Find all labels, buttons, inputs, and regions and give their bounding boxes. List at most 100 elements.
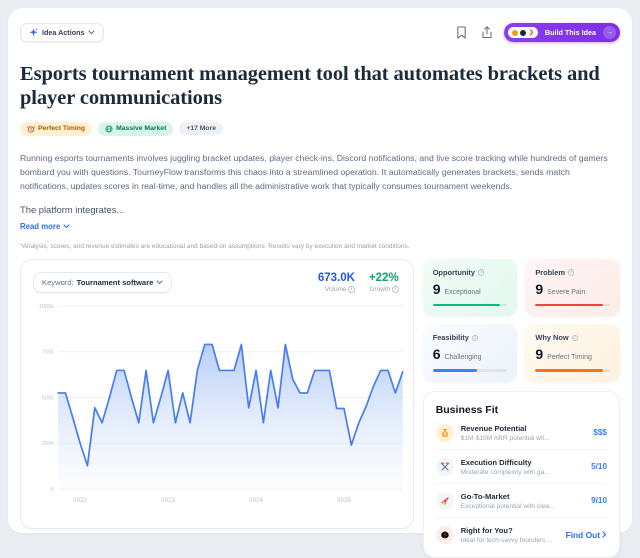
- badge-label: Massive Market: [116, 125, 166, 132]
- hammer-pick-icon: [436, 458, 454, 476]
- alarm-clock-icon: [27, 125, 35, 133]
- read-more-link[interactable]: Read more: [20, 222, 70, 231]
- score-card-problem[interactable]: Problem i 9 Severe Pain: [525, 259, 620, 317]
- info-icon[interactable]: i: [472, 335, 479, 342]
- score-card-feasibility[interactable]: Feasibility i 6 Challenging: [423, 324, 518, 382]
- idea-actions-button[interactable]: Idea Actions: [20, 23, 104, 42]
- build-tools-logos: ❯: [508, 27, 538, 38]
- score-bar-track: [433, 304, 508, 307]
- info-icon[interactable]: i: [348, 286, 355, 293]
- info-icon[interactable]: i: [478, 269, 485, 276]
- score-label: Opportunity: [433, 268, 475, 277]
- score-label: Feasibility: [433, 333, 469, 342]
- score-card-why-now[interactable]: Why Now i 9 Perfect Timing: [525, 324, 620, 382]
- score-descriptor: Exceptional: [444, 289, 480, 296]
- info-icon[interactable]: i: [568, 269, 575, 276]
- score-label: Why Now: [535, 333, 568, 342]
- bf-row-value: $$$: [593, 428, 607, 437]
- svg-text:250k: 250k: [42, 441, 54, 447]
- keyword-dropdown[interactable]: Keyword: Tournament software: [33, 272, 172, 293]
- bf-row-sub: Moderate complexity with ga...: [461, 469, 584, 476]
- chevron-down-icon: [88, 30, 95, 35]
- score-bar-fill: [535, 369, 602, 372]
- bf-row-label: Execution Difficulty: [461, 458, 584, 467]
- score-bar-track: [535, 369, 610, 372]
- badge-label: Perfect Timing: [38, 125, 85, 132]
- score-value: 9: [433, 281, 441, 297]
- growth-value: +22%: [369, 272, 399, 284]
- bf-row-value: 5/10: [591, 462, 607, 471]
- score-grid: Opportunity i 9 Exceptional Problem i: [423, 259, 620, 382]
- score-value: 6: [433, 346, 441, 362]
- business-fit-row-gtm[interactable]: Go-To-Market Exceptional potential with …: [436, 484, 607, 518]
- svg-text:2024: 2024: [249, 497, 263, 504]
- right-column: Opportunity i 9 Exceptional Problem i: [423, 259, 620, 558]
- read-more-label: Read more: [20, 222, 60, 231]
- badge-massive-market[interactable]: Massive Market: [98, 122, 173, 136]
- score-bar-track: [535, 304, 610, 307]
- page-title: Esports tournament management tool that …: [20, 63, 620, 111]
- build-this-idea-button[interactable]: ❯ Build This Idea →: [504, 23, 620, 42]
- brain-icon: [436, 526, 454, 544]
- svg-text:0: 0: [51, 487, 54, 493]
- volume-stat: 673.0K Volume i: [318, 272, 355, 293]
- trend-chart-card: Keyword: Tournament software 673.0K Volu…: [20, 259, 414, 529]
- badge-label: +17 More: [186, 125, 216, 132]
- business-fit-row-right-for-you[interactable]: Right for You? Ideal for tech-savvy foun…: [436, 518, 607, 551]
- tool-logo-icon: [520, 30, 526, 36]
- topbar: Idea Actions ❯ Build This Idea →: [20, 22, 620, 43]
- main-panel: Idea Actions ❯ Build This Idea →: [8, 8, 632, 533]
- business-fit-card: Business Fit $ Revenue Potential $1M-$10…: [423, 391, 620, 558]
- score-bar-track: [433, 369, 508, 372]
- score-bar-fill: [433, 369, 478, 372]
- svg-text:750k: 750k: [42, 350, 54, 356]
- growth-label: Growth: [370, 286, 391, 293]
- keyword-label: Keyword:: [42, 278, 74, 287]
- growth-stat: +22% Growth i: [369, 272, 399, 293]
- bf-row-value: 9/10: [591, 496, 607, 505]
- score-bar-fill: [433, 304, 500, 307]
- badge-perfect-timing[interactable]: Perfect Timing: [20, 122, 92, 136]
- arrow-right-icon: →: [603, 26, 616, 39]
- score-bar-fill: [535, 304, 602, 307]
- score-descriptor: Severe Pain: [547, 289, 585, 296]
- description-teaser: The platform integrates...: [20, 204, 620, 215]
- svg-text:2025: 2025: [337, 497, 351, 504]
- bf-row-label: Revenue Potential: [461, 424, 587, 433]
- business-fit-title: Business Fit: [436, 404, 607, 416]
- business-fit-row-revenue[interactable]: $ Revenue Potential $1M-$10M ARR potenti…: [436, 416, 607, 450]
- share-icon[interactable]: [479, 25, 495, 41]
- svg-text:2023: 2023: [161, 497, 175, 504]
- bf-row-value: Find Out: [566, 530, 600, 540]
- score-descriptor: Perfect Timing: [547, 354, 592, 361]
- bf-row-label: Right for You?: [461, 526, 559, 535]
- idea-actions-label: Idea Actions: [42, 28, 84, 37]
- tool-logo-icon: [512, 30, 518, 36]
- badge-more[interactable]: +17 More: [179, 122, 223, 135]
- sparkle-icon: [29, 28, 38, 37]
- keyword-value: Tournament software: [77, 278, 154, 287]
- business-fit-row-execution[interactable]: Execution Difficulty Moderate complexity…: [436, 450, 607, 484]
- description-paragraph: Running esports tournaments involves jug…: [20, 151, 620, 193]
- svg-text:2022: 2022: [73, 497, 87, 504]
- build-button-label: Build This Idea: [543, 28, 598, 37]
- info-icon[interactable]: i: [572, 335, 579, 342]
- chart-header: Keyword: Tournament software 673.0K Volu…: [33, 272, 407, 293]
- bf-row-label: Go-To-Market: [461, 492, 584, 501]
- globe-icon: [105, 125, 113, 133]
- chevron-down-icon: [156, 280, 163, 285]
- info-icon[interactable]: i: [392, 286, 399, 293]
- svg-text:500k: 500k: [42, 395, 54, 401]
- score-value: 9: [535, 346, 543, 362]
- main-content: Keyword: Tournament software 673.0K Volu…: [20, 259, 620, 558]
- svg-text:$: $: [443, 431, 446, 436]
- find-out-link[interactable]: Find Out: [566, 530, 607, 540]
- score-card-opportunity[interactable]: Opportunity i 9 Exceptional: [423, 259, 518, 317]
- bf-row-sub: $1M-$10M ARR potential wit...: [461, 435, 587, 442]
- rocket-icon: [436, 492, 454, 510]
- tool-logo-icon: ❯: [529, 30, 534, 36]
- topbar-actions: ❯ Build This Idea →: [454, 23, 620, 42]
- svg-text:1000k: 1000k: [39, 304, 55, 310]
- chart-stats: 673.0K Volume i +22% Growth i: [318, 272, 399, 293]
- bookmark-icon[interactable]: [454, 25, 470, 41]
